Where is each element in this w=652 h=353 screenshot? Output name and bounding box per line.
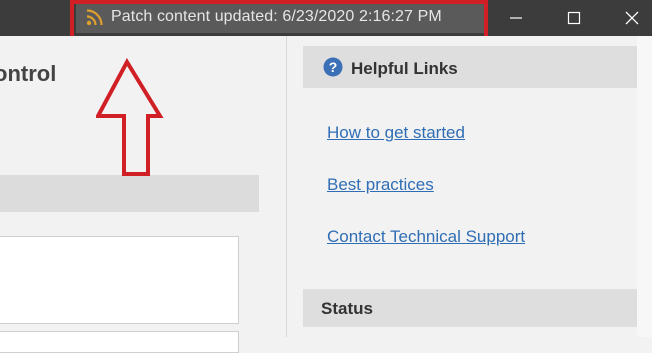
- question-circle-icon: ?: [323, 57, 343, 77]
- content-box-secondary: [0, 331, 239, 353]
- section-header-bar: [0, 175, 259, 212]
- patch-status-indicator[interactable]: Patch content updated: 6/23/2020 2:16:27…: [76, 2, 484, 33]
- link-best-practices[interactable]: Best practices: [327, 175, 434, 195]
- page-title: ontrol: [0, 61, 57, 86]
- rss-feed-icon: [86, 9, 103, 26]
- maximize-icon: [567, 11, 581, 25]
- close-button[interactable]: [610, 0, 652, 36]
- status-header: Status: [303, 289, 637, 327]
- patch-status-text: Patch content updated: 6/23/2020 2:16:27…: [111, 8, 442, 25]
- scrollbar-track[interactable]: [637, 36, 652, 337]
- title-bar: Patch content updated: 6/23/2020 2:16:27…: [0, 0, 652, 36]
- annotation-arrow-icon: [96, 58, 164, 176]
- helpful-links-header: ? Helpful Links: [303, 46, 637, 88]
- link-how-to-get-started[interactable]: How to get started: [327, 123, 465, 143]
- link-contact-support[interactable]: Contact Technical Support: [327, 227, 525, 247]
- content-box: [0, 236, 239, 324]
- minimize-icon: [510, 17, 522, 19]
- status-title: Status: [321, 299, 373, 318]
- minimize-button[interactable]: [494, 0, 540, 36]
- helpful-links-title: Helpful Links: [351, 59, 458, 78]
- close-icon: [625, 11, 639, 25]
- maximize-button[interactable]: [552, 0, 598, 36]
- svg-text:?: ?: [329, 59, 338, 75]
